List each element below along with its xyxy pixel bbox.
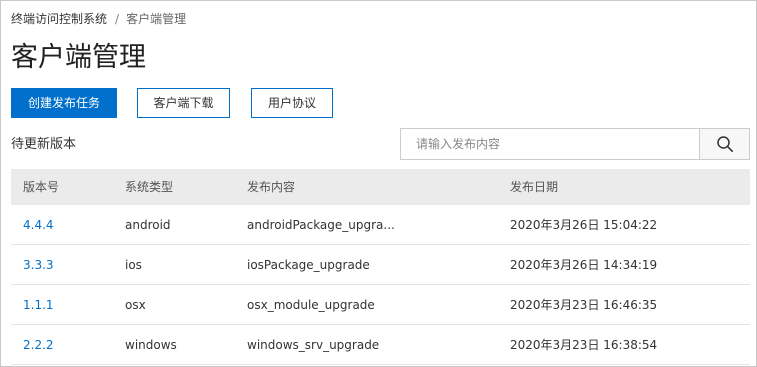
table-row: 3.3.3 ios iosPackage_upgrade 2020年3月26日 … [11, 245, 750, 285]
os-type-cell: windows [125, 338, 177, 352]
version-link[interactable]: 4.4.4 [23, 218, 54, 232]
breadcrumb-current: 客户端管理 [126, 12, 187, 26]
user-agreement-button[interactable]: 用户协议 [251, 88, 333, 118]
column-header-date: 发布日期 [510, 180, 559, 194]
table-row: 1.1.1 osx osx_module_upgrade 2020年3月23日 … [11, 285, 750, 325]
os-type-cell: ios [125, 258, 142, 272]
search-button[interactable] [699, 129, 749, 159]
release-content-cell: windows_srv_upgrade [247, 338, 380, 352]
table-row: 4.4.4 android androidPackage_upgra... 20… [11, 205, 750, 245]
versions-table: 版本号 系统类型 发布内容 发布日期 4.4.4 android android… [11, 169, 750, 365]
breadcrumb: 终端访问控制系统 / 客户端管理 [11, 12, 186, 26]
release-date-cell: 2020年3月26日 14:34:19 [510, 258, 658, 272]
release-content-cell: osx_module_upgrade [247, 298, 375, 312]
release-content-cell: androidPackage_upgra... [247, 218, 395, 232]
os-type-cell: osx [125, 298, 146, 312]
section-title: 待更新版本 [11, 137, 77, 152]
table-row: 2.2.2 windows windows_srv_upgrade 2020年3… [11, 325, 750, 365]
search-box [400, 128, 750, 160]
version-link[interactable]: 2.2.2 [23, 338, 54, 352]
column-header-version: 版本号 [23, 180, 60, 194]
client-download-button[interactable]: 客户端下载 [137, 88, 230, 118]
page-frame: 终端访问控制系统 / 客户端管理 客户端管理 创建发布任务 客户端下载 用户协议 待… [0, 0, 757, 367]
page-title: 客户端管理 [11, 42, 146, 73]
version-link[interactable]: 1.1.1 [23, 298, 54, 312]
os-type-cell: android [125, 218, 171, 232]
search-icon [716, 135, 734, 153]
column-header-content: 发布内容 [247, 180, 296, 194]
release-date-cell: 2020年3月23日 16:38:54 [510, 338, 658, 352]
create-release-task-button[interactable]: 创建发布任务 [11, 88, 117, 118]
release-content-cell: iosPackage_upgrade [247, 258, 370, 272]
search-input[interactable] [401, 129, 699, 159]
breadcrumb-separator: / [115, 12, 120, 26]
version-link[interactable]: 3.3.3 [23, 258, 54, 272]
release-date-cell: 2020年3月23日 16:46:35 [510, 298, 658, 312]
breadcrumb-root[interactable]: 终端访问控制系统 [11, 12, 107, 26]
column-header-os: 系统类型 [125, 180, 174, 194]
table-header: 版本号 系统类型 发布内容 发布日期 [11, 169, 750, 205]
release-date-cell: 2020年3月26日 15:04:22 [510, 218, 658, 232]
